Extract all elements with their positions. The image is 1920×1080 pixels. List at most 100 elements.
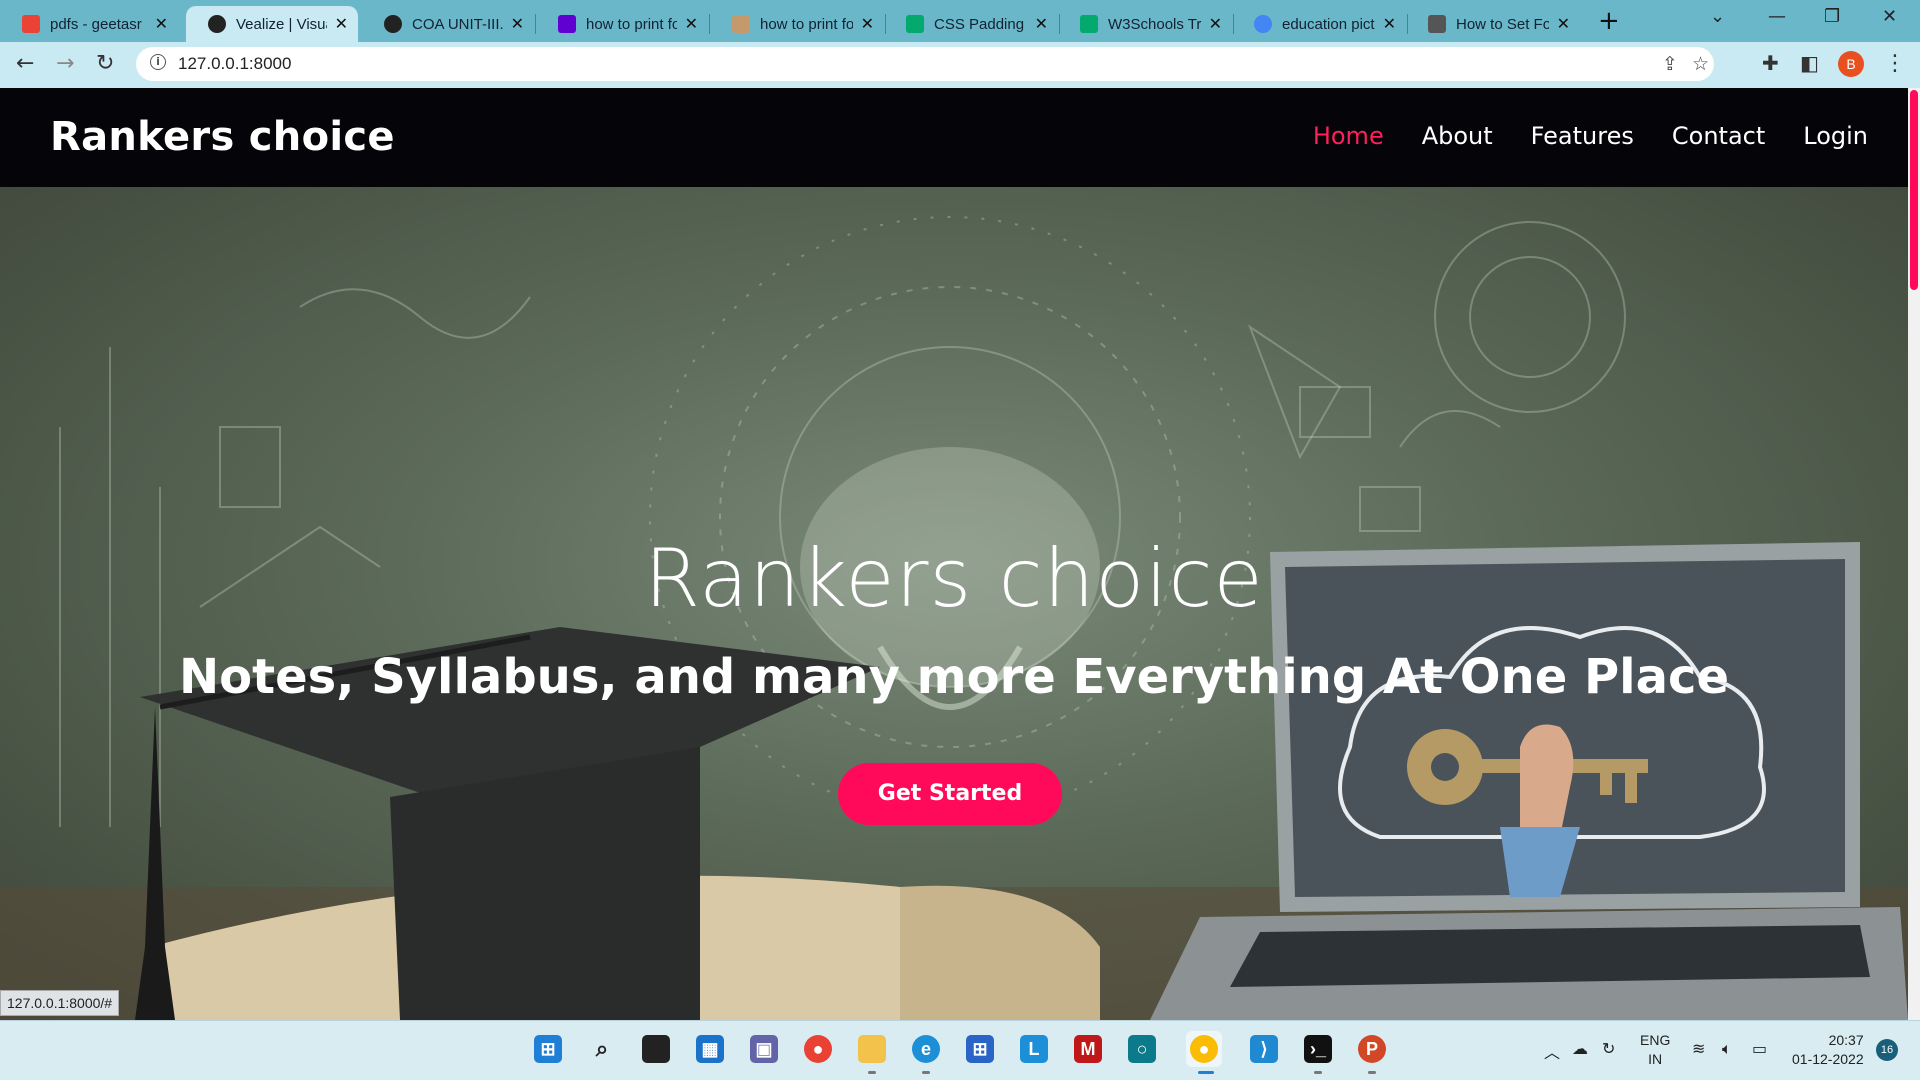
close-icon[interactable]: ✕ [335, 14, 348, 34]
active-indicator [1198, 1071, 1214, 1074]
nav-login[interactable]: Login [1803, 122, 1868, 150]
hero-subtitle: Notes, Syllabus, and many more Everythin… [179, 649, 1729, 705]
tab-set-font[interactable]: How to Set Fo ✕ [1406, 6, 1580, 42]
teams-chat-icon[interactable]: ▣ [746, 1031, 782, 1067]
chevron-up-icon[interactable]: ︿ [1544, 1039, 1560, 1063]
tab-title: how to print fo [760, 15, 853, 33]
close-icon[interactable]: ✕ [155, 14, 168, 34]
clock-time: 20:37 [1828, 1032, 1864, 1048]
share-icon[interactable]: ⇪ [1662, 53, 1678, 75]
tab-title: Vealize | Visua [236, 15, 327, 33]
globe-icon [384, 15, 402, 33]
l-app-icon[interactable]: L [1016, 1031, 1052, 1067]
hero-title: Rankers choice [644, 532, 1264, 625]
minimize-icon[interactable]: — [1768, 6, 1786, 27]
page-icon [1428, 15, 1446, 33]
profile-avatar[interactable]: B [1838, 51, 1864, 77]
tab-title: COA UNIT-III.p [412, 15, 503, 33]
volume-icon[interactable]: 🔈︎ [1722, 1039, 1732, 1059]
edge-icon[interactable]: e [908, 1031, 944, 1067]
close-icon[interactable]: ✕ [861, 14, 874, 34]
tab-css-padding[interactable]: CSS Padding ✕ [884, 6, 1058, 42]
tab-title: pdfs - geetasr [50, 15, 142, 33]
tab-title: how to print fo [586, 15, 677, 33]
close-icon[interactable]: ✕ [511, 14, 524, 34]
google-icon [1254, 15, 1272, 33]
tab-gmail[interactable]: pdfs - geetasr ✕ [0, 6, 178, 42]
language-indicator[interactable]: ENG IN [1640, 1031, 1670, 1069]
terminal-icon[interactable]: ›_ [1300, 1031, 1336, 1067]
refresh-tray-icon[interactable]: ↻ [1602, 1039, 1615, 1058]
tab-title: How to Set Fo [1456, 15, 1549, 33]
tab-title: CSS Padding [934, 15, 1025, 33]
w3schools-icon [1080, 15, 1098, 33]
main-nav: Home About Features Contact Login [1313, 122, 1868, 150]
mcafee-icon[interactable]: M [1070, 1031, 1106, 1067]
running-indicator [922, 1071, 930, 1074]
tab-search-icon[interactable]: ⌄ [1710, 6, 1725, 27]
new-tab-button[interactable]: + [1598, 6, 1620, 36]
powerpoint-icon[interactable]: P [1354, 1031, 1390, 1067]
app-circle-icon[interactable]: ○ [1124, 1031, 1160, 1067]
window-close-icon[interactable]: ✕ [1882, 6, 1897, 27]
url-text[interactable]: 127.0.0.1:8000 [178, 54, 291, 74]
tab-google[interactable]: education pict ✕ [1232, 6, 1406, 42]
restore-icon[interactable]: ❐ [1824, 6, 1840, 27]
nav-about[interactable]: About [1422, 122, 1493, 150]
file-explorer-icon[interactable] [854, 1031, 890, 1067]
windows-start-icon[interactable]: ⊞ [530, 1031, 566, 1067]
back-arrow-icon[interactable]: ← [16, 51, 34, 76]
browser-toolbar: ← → ↻ i 127.0.0.1:8000 ⇪ ☆ ✚ ◧ B ⋮ [0, 42, 1920, 88]
store-icon[interactable]: ⊞ [962, 1031, 998, 1067]
tab-w3schools[interactable]: W3Schools Try ✕ [1058, 6, 1232, 42]
info-icon[interactable]: i [150, 54, 166, 70]
wifi-icon[interactable]: ≋ [1692, 1039, 1705, 1058]
tab-howto[interactable]: how to print fo ✕ [710, 6, 884, 42]
language-code: ENG [1640, 1032, 1671, 1048]
star-icon[interactable]: ☆ [1692, 53, 1709, 75]
nav-features[interactable]: Features [1531, 122, 1634, 150]
status-bar-url: 127.0.0.1:8000/# [0, 990, 120, 1016]
region-code: IN [1648, 1051, 1663, 1067]
close-icon[interactable]: ✕ [1383, 14, 1396, 34]
w3schools-icon [906, 15, 924, 33]
clock[interactable]: 20:37 01-12-2022 [1792, 1031, 1864, 1069]
globe-icon [208, 15, 226, 33]
vscode-icon[interactable]: ⟩ [1246, 1031, 1282, 1067]
close-icon[interactable]: ✕ [685, 14, 698, 34]
running-indicator [1314, 1071, 1322, 1074]
running-indicator [1368, 1071, 1376, 1074]
forward-arrow-icon[interactable]: → [56, 51, 74, 76]
tab-coa[interactable]: COA UNIT-III.p ✕ [362, 6, 534, 42]
battery-icon[interactable]: ▭ [1752, 1039, 1767, 1058]
yahoo-icon [558, 15, 576, 33]
windows-taskbar: ⊞ ⌕ ▦ ▣ ● e ⊞ L M ○ ● ⟩ ›_ P ︿ ☁ ↻ ENG I… [0, 1020, 1920, 1080]
extensions-icon[interactable]: ✚ [1762, 51, 1779, 75]
brand-logo[interactable]: Rankers choice [50, 114, 395, 160]
cloud-sync-icon[interactable]: ☁ [1572, 1039, 1588, 1058]
address-bar[interactable]: i 127.0.0.1:8000 ⇪ ☆ [136, 47, 1714, 81]
task-view-icon[interactable] [638, 1031, 674, 1067]
menu-icon[interactable]: ⋮ [1884, 51, 1906, 76]
widgets-icon[interactable]: ▦ [692, 1031, 728, 1067]
page-scrollbar[interactable] [1908, 88, 1920, 1020]
tab-yahoo[interactable]: how to print fo ✕ [536, 6, 708, 42]
notification-badge[interactable]: 16 [1876, 1039, 1898, 1061]
nav-home[interactable]: Home [1313, 122, 1384, 150]
reload-icon[interactable]: ↻ [96, 51, 114, 76]
close-icon[interactable]: ✕ [1209, 14, 1222, 34]
search-icon[interactable]: ⌕ [584, 1031, 620, 1067]
tab-vealize[interactable]: Vealize | Visua ✕ [186, 6, 358, 42]
tab-title: education pict [1282, 15, 1375, 33]
tab-title: W3Schools Try [1108, 15, 1201, 33]
close-icon[interactable]: ✕ [1035, 14, 1048, 34]
web-page: Rankers choice Home About Features Conta… [0, 88, 1908, 1020]
scrollbar-thumb[interactable] [1910, 90, 1918, 290]
browser-tab-strip: pdfs - geetasr ✕ Vealize | Visua ✕ COA U… [0, 0, 1920, 42]
chrome-profile-icon[interactable]: ● [1186, 1031, 1222, 1067]
close-icon[interactable]: ✕ [1557, 14, 1570, 34]
get-started-button[interactable]: Get Started [838, 763, 1062, 825]
nav-contact[interactable]: Contact [1672, 122, 1765, 150]
side-panel-icon[interactable]: ◧ [1800, 51, 1819, 75]
chrome-icon[interactable]: ● [800, 1031, 836, 1067]
